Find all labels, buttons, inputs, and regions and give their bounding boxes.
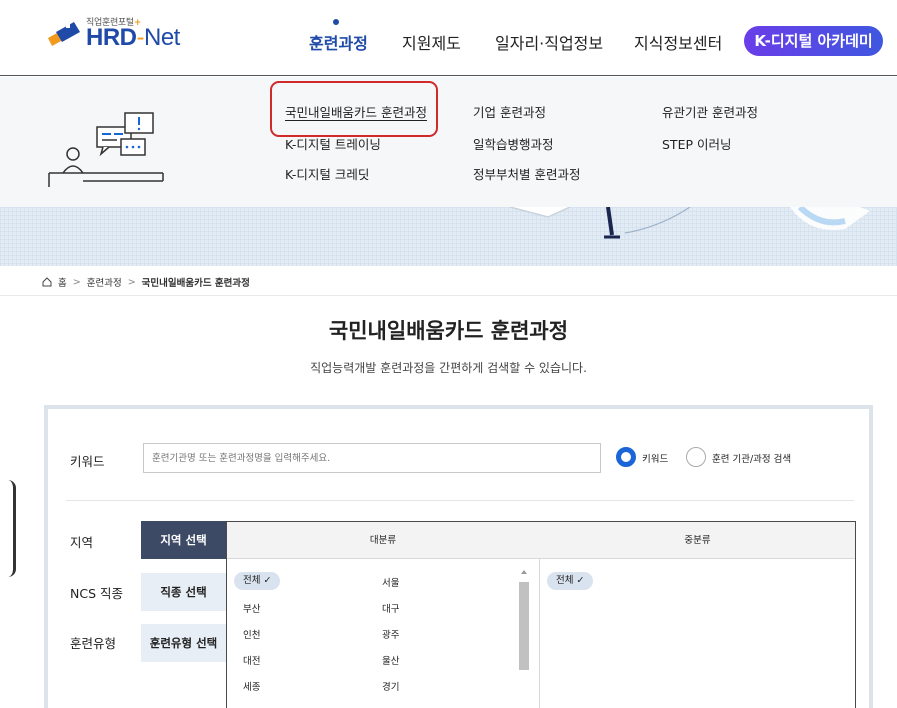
hrd-net-logo[interactable]: 직업훈련포털+ HRD-Net bbox=[46, 14, 196, 54]
breadcrumb-home[interactable]: 홈 bbox=[58, 275, 67, 289]
nav-knowledge-center[interactable]: 지식정보센터 bbox=[634, 30, 722, 54]
breadcrumb-separator: > bbox=[127, 276, 136, 288]
region-option[interactable]: 대구 bbox=[382, 601, 399, 615]
page-title: 국민내일배움카드 훈련과정 bbox=[328, 319, 569, 343]
submenu-k-digital-credit[interactable]: K-디지털 크레딧 bbox=[285, 164, 369, 183]
submenu-government-courses[interactable]: 정부부처별 훈련과정 bbox=[473, 164, 580, 183]
page-subtitle: 직업능력개발 훈련과정을 간편하게 검색할 수 있습니다. bbox=[310, 361, 587, 375]
subregion-option-all[interactable]: 전체 ✓ bbox=[547, 572, 594, 590]
breadcrumb-training[interactable]: 훈련과정 bbox=[87, 275, 122, 289]
nav-job-info[interactable]: 일자리·직업정보 bbox=[495, 30, 603, 54]
region-option[interactable]: 울산 bbox=[382, 653, 399, 667]
breadcrumb-current: 국민내일배움카드 훈련과정 bbox=[141, 278, 250, 289]
region-option-all[interactable]: 전체 ✓ bbox=[234, 572, 281, 590]
banner-decoration-icon bbox=[509, 207, 870, 239]
ncs-row-label: NCS 직종 bbox=[70, 586, 123, 601]
site-header: 직업훈련포털+ HRD-Net 훈련과정 지원제도 일자리·직업정보 지식정보센… bbox=[0, 0, 897, 76]
submenu-affiliated-courses[interactable]: 유관기관 훈련과정 bbox=[662, 102, 758, 121]
nav-support-system[interactable]: 지원제도 bbox=[402, 30, 461, 54]
region-option[interactable]: 세종 bbox=[243, 679, 260, 693]
region-table-header: 대분류 중분류 bbox=[227, 522, 855, 559]
logo-wordmark: HRD-Net bbox=[86, 24, 180, 51]
nav-training-courses[interactable]: 훈련과정 bbox=[309, 30, 368, 54]
region-option[interactable]: 인천 bbox=[243, 627, 260, 641]
region-option[interactable]: 서울 bbox=[382, 575, 399, 589]
k-digital-academy-button[interactable]: K-디지털 아카데미 bbox=[744, 26, 883, 56]
region-option[interactable]: 부산 bbox=[243, 601, 260, 615]
training-type-select-button[interactable]: 훈련유형 선택 bbox=[141, 624, 226, 662]
course-search-panel: 키워드 키워드 훈련 기관/과정 검색 지역 지역 선택 NCS 직종 직종 선… bbox=[44, 405, 873, 708]
submenu-work-study-courses[interactable]: 일학습병행과정 bbox=[473, 134, 554, 153]
submenu-step-elearning[interactable]: STEP 이러닝 bbox=[662, 134, 731, 153]
active-nav-indicator bbox=[333, 19, 339, 25]
training-type-row-label: 훈련유형 bbox=[70, 636, 117, 651]
radio-keyword-label[interactable]: 키워드 bbox=[642, 451, 668, 465]
region-option[interactable]: 광주 bbox=[382, 627, 399, 641]
keyword-label: 키워드 bbox=[70, 454, 105, 469]
training-mega-menu: 국민내일배움카드 훈련과정 K-디지털 트레이닝 K-디지털 크레딧 기업 훈련… bbox=[0, 77, 897, 207]
hero-banner bbox=[0, 207, 897, 266]
major-category-header: 대분류 bbox=[369, 535, 397, 546]
minor-category-header: 중분류 bbox=[684, 535, 711, 546]
region-row-label: 지역 bbox=[70, 535, 94, 550]
keyword-search-input[interactable] bbox=[143, 443, 601, 473]
scroll-up-arrow-icon[interactable] bbox=[521, 570, 527, 574]
region-select-button[interactable]: 지역 선택 bbox=[141, 521, 226, 559]
breadcrumb: 홈 > 훈련과정 > 국민내일배움카드 훈련과정 bbox=[42, 275, 250, 289]
highlight-annotation-box bbox=[270, 81, 438, 137]
panel-divider bbox=[66, 500, 854, 501]
major-list-scrollbar[interactable] bbox=[519, 570, 529, 708]
breadcrumb-separator: > bbox=[72, 276, 81, 288]
breadcrumb-divider bbox=[0, 295, 897, 296]
side-panel-handle[interactable] bbox=[0, 480, 16, 577]
ncs-select-button[interactable]: 직종 선택 bbox=[141, 573, 226, 611]
column-divider bbox=[539, 559, 540, 708]
region-option[interactable]: 대전 bbox=[243, 653, 260, 667]
radio-institution-search[interactable] bbox=[686, 447, 706, 467]
region-selection-table: 대분류 중분류 전체 ✓ 부산 인천 대전 세종 서울 대구 광주 울산 경기 … bbox=[226, 521, 856, 708]
logo-mark-icon bbox=[48, 22, 80, 46]
region-option[interactable]: 경기 bbox=[382, 679, 399, 693]
submenu-corporate-courses[interactable]: 기업 훈련과정 bbox=[473, 102, 546, 121]
radio-keyword[interactable] bbox=[616, 447, 636, 467]
scrollbar-thumb[interactable] bbox=[519, 582, 529, 670]
home-icon[interactable] bbox=[42, 277, 52, 287]
radio-institution-label[interactable]: 훈련 기관/과정 검색 bbox=[712, 451, 791, 465]
consultation-illustration-icon bbox=[48, 112, 164, 187]
